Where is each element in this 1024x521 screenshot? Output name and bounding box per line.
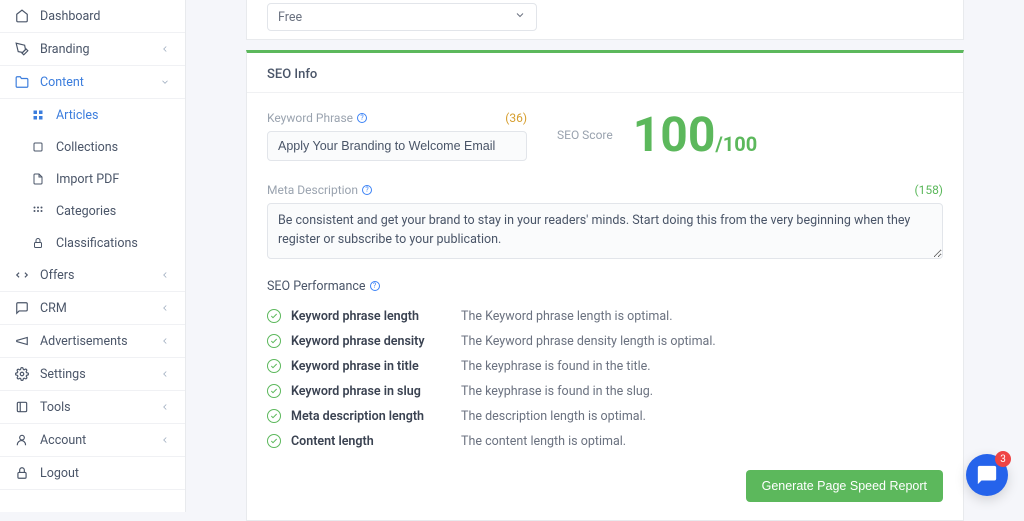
meta-description-input[interactable]: [267, 203, 943, 259]
home-icon: [14, 8, 30, 24]
seo-info-card: SEO Info Keyword Phrase ? (36) SEO Score: [246, 50, 964, 521]
nav-label: Content: [40, 75, 159, 90]
subnav-import-pdf[interactable]: Import PDF: [0, 163, 185, 195]
lock-icon: [30, 235, 46, 251]
lock-icon: [14, 465, 30, 481]
subnav-articles[interactable]: Articles: [0, 99, 185, 131]
nav-label: Tools: [40, 400, 159, 415]
folder-icon: [14, 74, 30, 90]
perf-row: Keyword phrase in slug The keyphrase is …: [267, 379, 943, 404]
nav-label: Categories: [56, 204, 171, 219]
check-icon: [267, 434, 281, 448]
top-select-row: Free: [246, 0, 964, 40]
check-icon: [267, 309, 281, 323]
nav-crm[interactable]: CRM: [0, 292, 185, 325]
chevron-down-icon: [514, 9, 526, 25]
nav-tools[interactable]: Tools: [0, 391, 185, 424]
perf-row: Meta description length The description …: [267, 404, 943, 429]
nav-advertisements[interactable]: Advertisements: [0, 325, 185, 358]
nav-content[interactable]: Content: [0, 66, 185, 99]
subnav-categories[interactable]: Categories: [0, 195, 185, 227]
nav-label: Articles: [56, 108, 171, 123]
perf-row: Keyword phrase density The Keyword phras…: [267, 329, 943, 354]
user-icon: [14, 432, 30, 448]
check-icon: [267, 334, 281, 348]
chat-badge: 3: [995, 451, 1011, 467]
chevron-left-icon: [159, 269, 171, 281]
check-icon: [267, 359, 281, 373]
chevron-left-icon: [159, 434, 171, 446]
chevron-left-icon: [159, 401, 171, 413]
perf-row: Keyword phrase length The Keyword phrase…: [267, 304, 943, 329]
nav-label: CRM: [40, 301, 159, 316]
perf-row: Content length The content length is opt…: [267, 429, 943, 454]
sidebar: Dashboard Branding Content Articles Coll…: [0, 0, 186, 512]
keyword-phrase-label: Keyword Phrase ?: [267, 111, 367, 125]
chevron-down-icon: [159, 76, 171, 88]
nav-label: Offers: [40, 268, 159, 283]
brush-icon: [14, 41, 30, 57]
nav-label: Settings: [40, 367, 159, 382]
nav-label: Dashboard: [40, 9, 171, 24]
seo-score-value: 100/100: [633, 111, 757, 159]
seo-score-label: SEO Score: [557, 128, 613, 142]
card-title: SEO Info: [247, 53, 963, 93]
chevron-left-icon: [159, 335, 171, 347]
select-value: Free: [278, 10, 302, 25]
access-select[interactable]: Free: [267, 3, 537, 31]
meta-description-label: Meta Description ?: [267, 183, 372, 197]
nav-offers[interactable]: Offers: [0, 259, 185, 292]
check-icon: [267, 384, 281, 398]
nav-label: Classifications: [56, 236, 171, 251]
keyword-phrase-count: (36): [505, 111, 527, 125]
info-icon[interactable]: ?: [370, 281, 380, 291]
nav-label: Account: [40, 433, 159, 448]
seo-performance-title: SEO Performance ?: [267, 279, 943, 294]
perf-row: Keyword phrase in title The keyphrase is…: [267, 354, 943, 379]
file-icon: [30, 171, 46, 187]
tools-icon: [14, 399, 30, 415]
grid-icon: [30, 107, 46, 123]
info-icon[interactable]: ?: [362, 185, 372, 195]
nav-label: Collections: [56, 140, 171, 155]
nav-label: Logout: [40, 466, 171, 481]
nav-logout[interactable]: Logout: [0, 457, 185, 490]
chevron-left-icon: [159, 368, 171, 380]
nav-label: Branding: [40, 42, 159, 57]
message-icon: [14, 300, 30, 316]
meta-description-count: (158): [914, 183, 943, 197]
chevron-left-icon: [159, 302, 171, 314]
check-icon: [267, 409, 281, 423]
dots-icon: [30, 203, 46, 219]
layers-icon: [30, 139, 46, 155]
chat-widget[interactable]: 3: [966, 454, 1008, 496]
nav-label: Import PDF: [56, 172, 171, 187]
nav-settings[interactable]: Settings: [0, 358, 185, 391]
generate-page-speed-button[interactable]: Generate Page Speed Report: [746, 470, 943, 502]
nav-branding[interactable]: Branding: [0, 33, 185, 66]
info-icon[interactable]: ?: [357, 113, 367, 123]
keyword-phrase-input[interactable]: [267, 131, 527, 161]
nav-label: Advertisements: [40, 334, 159, 349]
gear-icon: [14, 366, 30, 382]
megaphone-icon: [14, 333, 30, 349]
subnav-collections[interactable]: Collections: [0, 131, 185, 163]
chevron-left-icon: [159, 43, 171, 55]
main-content: Free SEO Info Keyword Phrase ? (36): [186, 0, 1024, 512]
nav-dashboard[interactable]: Dashboard: [0, 0, 185, 33]
tag-icon: [14, 267, 30, 283]
nav-account[interactable]: Account: [0, 424, 185, 457]
subnav-classifications[interactable]: Classifications: [0, 227, 185, 259]
